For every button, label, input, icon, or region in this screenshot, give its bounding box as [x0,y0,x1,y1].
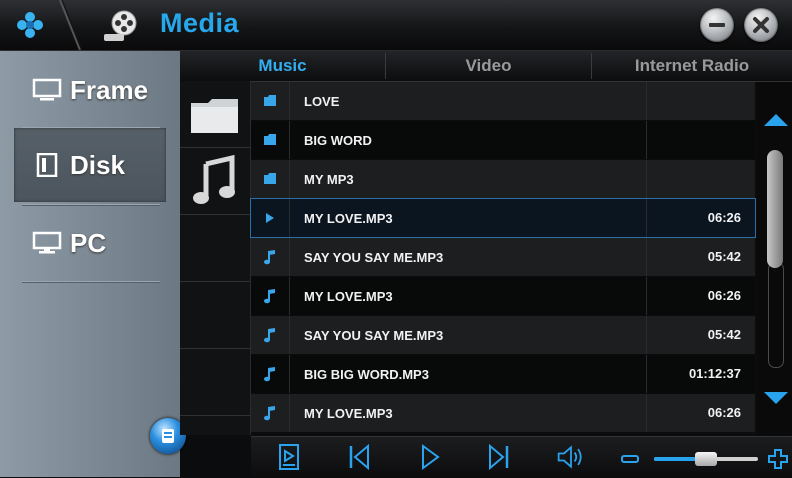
file-duration: 05:42 [646,238,755,276]
file-name: MY LOVE.MP3 [304,288,393,304]
scroll-thumb[interactable] [767,150,783,268]
file-duration [646,82,755,120]
sidebar-item-pc[interactable]: PC [14,206,166,280]
file-name: SAY YOU SAY ME.MP3 [304,249,444,265]
sidebar-item-label: PC [70,227,107,258]
app-title: Media [160,8,240,38]
file-duration: 06:26 [646,277,755,315]
tab-video[interactable]: Video [386,51,591,81]
close-button[interactable] [744,8,778,42]
file-name: MY MP3 [304,171,354,187]
sidebar-item-label: Frame [70,74,149,105]
file-duration: 06:26 [646,394,755,432]
folder-icon [191,99,238,133]
file-duration: 01:12:37 [646,355,755,393]
music-note-icon [251,394,290,432]
minimize-icon [709,23,725,27]
file-duration: 05:42 [646,316,755,354]
music-note-icon [251,316,290,354]
film-reel-icon [104,10,137,41]
file-duration: 06:26 [646,199,755,237]
type-folder-button[interactable] [180,81,250,148]
file-name: MY LOVE.MP3 [304,405,393,421]
now-playing-icon [251,199,290,237]
file-row[interactable]: BIG BIG WORD.MP3 01:12:37 [251,355,755,393]
file-row[interactable]: SAY YOU SAY ME.MP3 05:42 [251,238,755,276]
folder-icon [251,82,290,120]
next-track-icon[interactable] [484,442,514,472]
sidebar-divider [22,281,160,282]
media-type-column [180,81,251,435]
music-note-icon [251,277,290,315]
scroll-track[interactable] [768,262,784,368]
file-list: LOVE BIG WORD MY MP3 MY LOVE.MP3 06:26 SAY YO… [250,82,756,435]
file-name: BIG WORD [304,132,372,148]
scroll-up-icon[interactable] [762,110,790,128]
file-name: MY LOVE.MP3 [304,210,393,226]
file-name: LOVE [304,93,340,109]
file-duration [646,160,755,198]
file-row[interactable]: SAY YOU SAY ME.MP3 05:42 [251,316,755,354]
music-note-icon [251,238,290,276]
minimize-button[interactable] [700,8,734,42]
tab-music[interactable]: Music [180,51,385,81]
folder-icon [251,160,290,198]
file-row[interactable]: MY MP3 [251,160,755,198]
volume-up-icon[interactable] [766,447,790,471]
file-row[interactable]: MY LOVE.MP3 06:26 [250,198,756,238]
file-name: SAY YOU SAY ME.MP3 [304,327,444,343]
file-row[interactable]: LOVE [251,82,755,120]
file-name: BIG BIG WORD.MP3 [304,366,429,382]
file-row[interactable]: MY LOVE.MP3 06:26 [251,394,755,432]
volume-icon[interactable] [556,442,586,472]
close-icon [753,17,769,33]
monitor-icon [32,78,62,101]
file-row[interactable]: BIG WORD [251,121,755,159]
volume-down-icon[interactable] [620,451,640,467]
tab-bar: Music Video Internet Radio [180,51,792,82]
playlist-icon[interactable] [274,442,304,472]
type-empty-cell [180,215,250,282]
type-music-button[interactable] [180,148,250,215]
previous-track-icon[interactable] [344,442,374,472]
app-logo-icon[interactable] [14,9,46,41]
disk-icon [36,153,58,177]
sidebar-divider [22,204,160,205]
file-row[interactable]: MY LOVE.MP3 06:26 [251,277,755,315]
file-duration [646,121,755,159]
type-empty-cell [180,282,250,349]
sidebar-item-label: Disk [70,149,125,180]
tab-internet-radio[interactable]: Internet Radio [592,51,792,81]
type-empty-cell [180,349,250,416]
folder-icon [251,121,290,159]
music-note-icon [193,154,235,204]
play-icon[interactable] [414,442,444,472]
volume-knob[interactable] [695,452,717,466]
sidebar-item-frame[interactable]: Frame [14,53,166,127]
title-separator [59,0,83,50]
sidebar-item-disk[interactable]: Disk [14,128,166,202]
pc-icon [32,231,62,254]
scroll-down-icon[interactable] [762,390,790,408]
music-note-icon [251,355,290,393]
